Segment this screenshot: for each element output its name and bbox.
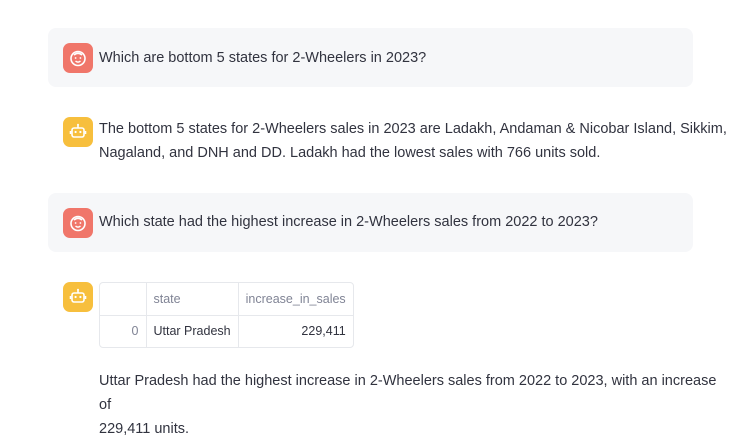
assistant-message-text: Uttar Pradesh had the highest increase i… <box>99 369 732 441</box>
index-column-header[interactable] <box>100 283 147 315</box>
assistant-avatar <box>63 117 93 147</box>
text-line: 229,411 units. <box>99 421 190 437</box>
robot-icon <box>69 288 87 303</box>
text-line: Nagaland, and DNH and DD. Ladakh had the… <box>99 145 601 161</box>
state-cell[interactable]: Uttar Pradesh <box>146 315 239 347</box>
user-avatar <box>63 43 93 73</box>
dataframe-table[interactable]: state increase_in_sales 0 Uttar Pradesh … <box>99 282 354 348</box>
smiley-face-icon <box>70 215 86 232</box>
table-row: 0 Uttar Pradesh 229,411 <box>100 315 353 347</box>
assistant-message-text: The bottom 5 states for 2-Wheelers sales… <box>99 117 727 165</box>
table-header-row: state increase_in_sales <box>100 283 353 315</box>
assistant-avatar <box>63 282 93 312</box>
row-index-cell[interactable]: 0 <box>100 315 147 347</box>
robot-icon <box>69 123 87 138</box>
state-column-header[interactable]: state <box>146 283 239 315</box>
user-avatar <box>63 208 93 238</box>
user-message-text: Which are bottom 5 states for 2-Wheelers… <box>99 50 427 66</box>
text-line: The bottom 5 states for 2-Wheelers sales… <box>99 121 727 137</box>
user-message-text: Which state had the highest increase in … <box>99 214 598 230</box>
smiley-face-icon <box>70 50 86 67</box>
increase-cell[interactable]: 229,411 <box>238 315 353 347</box>
increase-column-header[interactable]: increase_in_sales <box>238 283 353 315</box>
text-line: Uttar Pradesh had the highest increase i… <box>99 373 717 413</box>
